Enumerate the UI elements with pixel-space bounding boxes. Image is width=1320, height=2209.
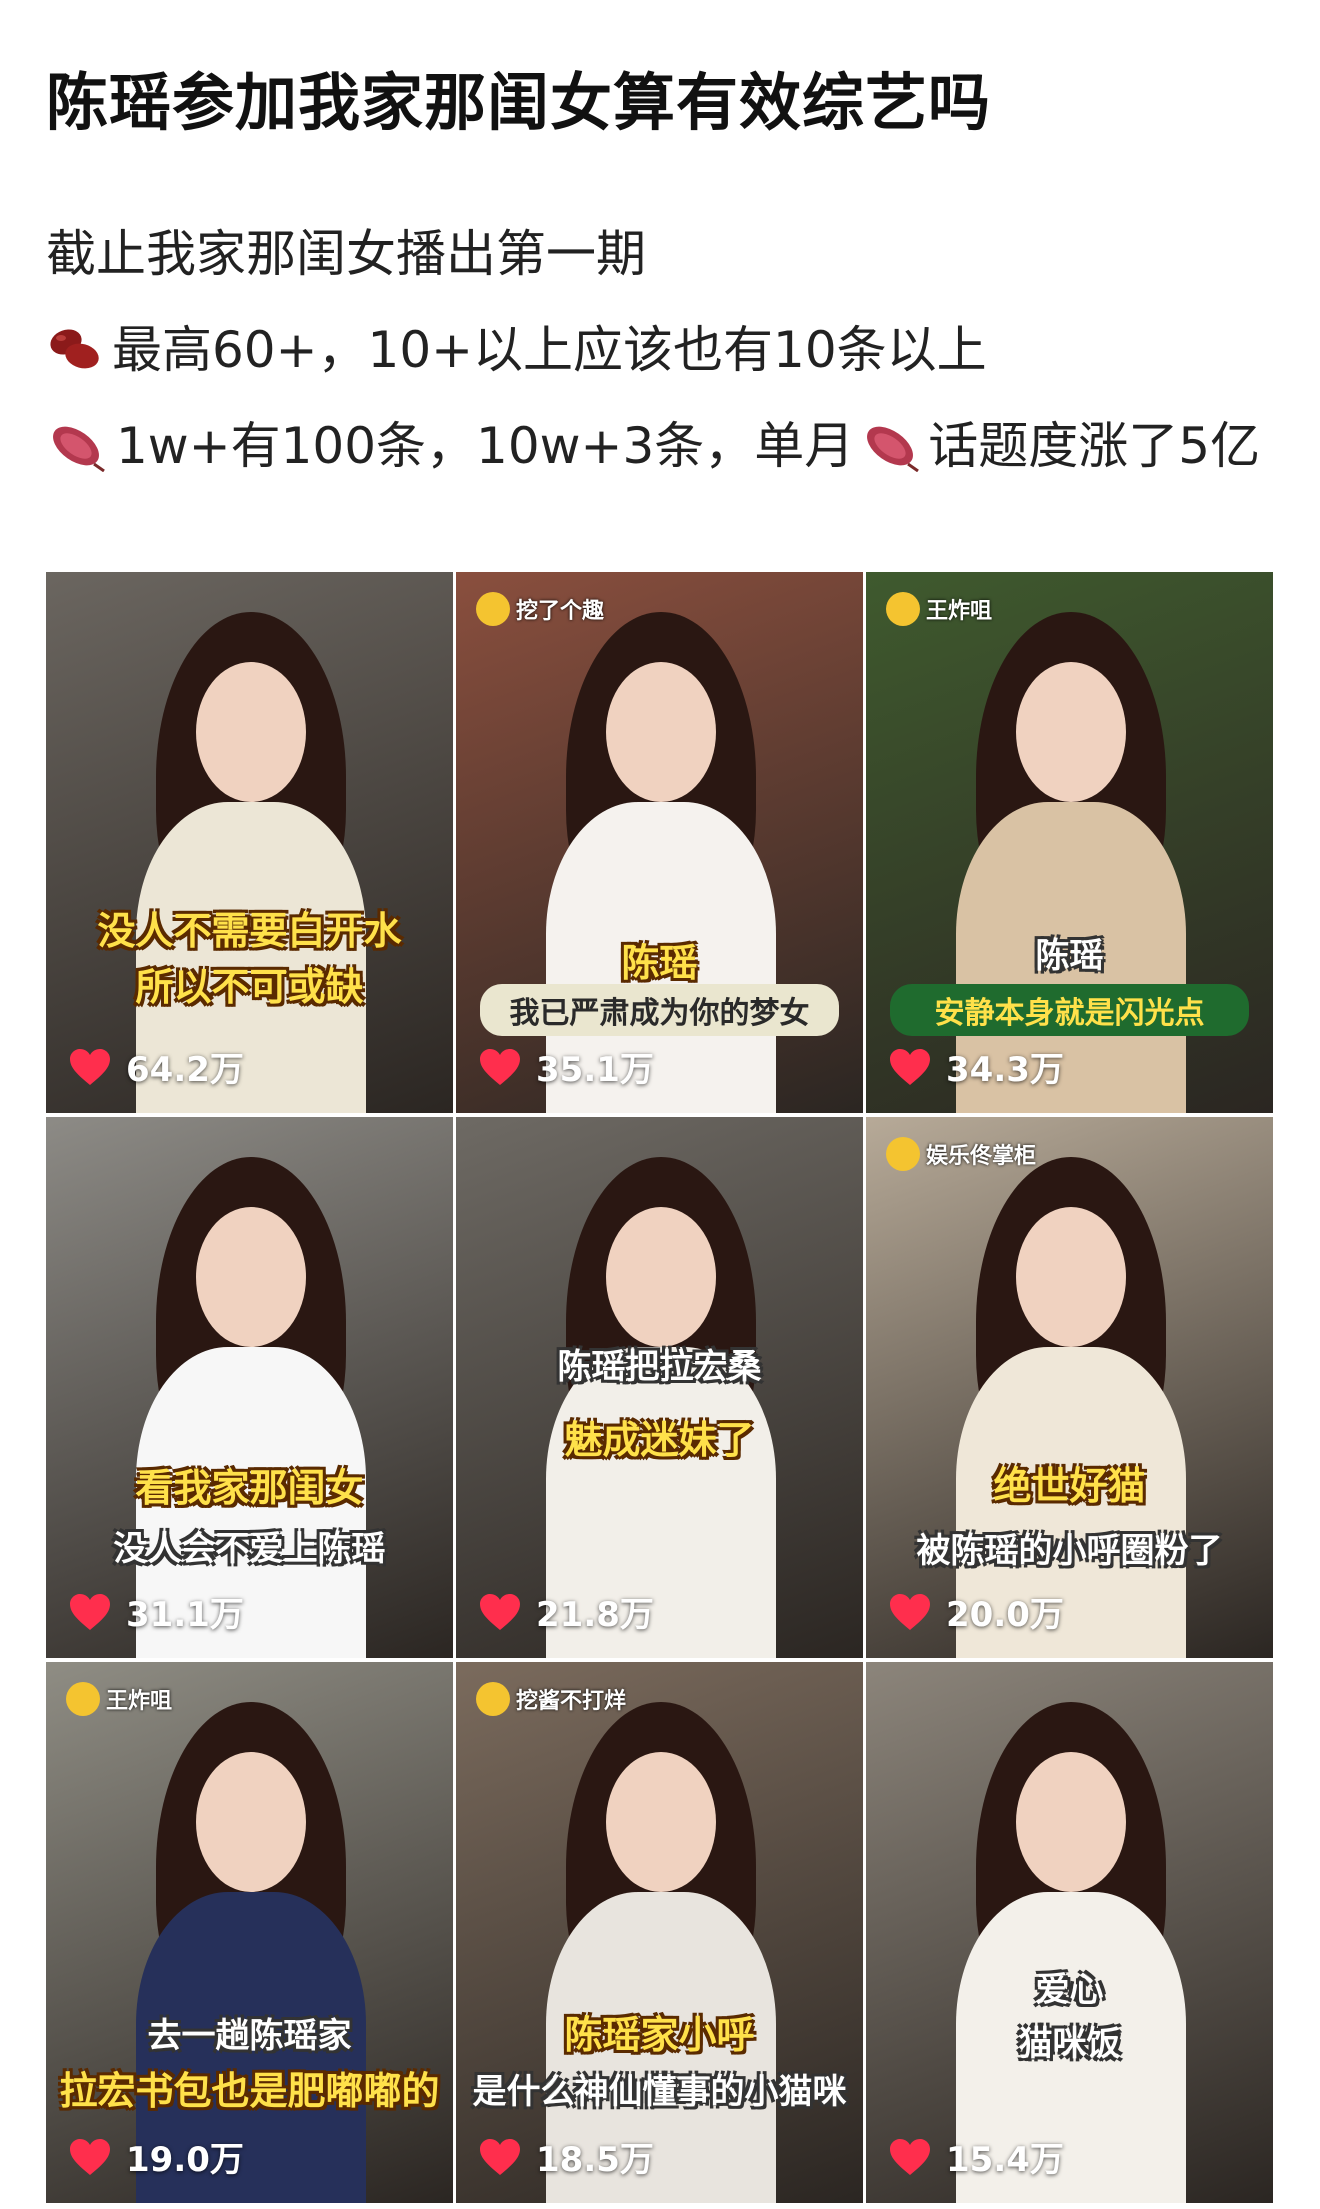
video-card[interactable]: 爱心猫咪饭 15.4万 [866, 1662, 1273, 2203]
like-count: 20.0万 [888, 1587, 1064, 1636]
person-face [606, 1207, 716, 1347]
video-grid: 没人不需要白开水 所以不可或缺 64.2万 挖了个趣 陈瑶 我已严肃成为你的梦女 35.1万… [46, 572, 1274, 2209]
channel-name: 王炸咀 [926, 599, 993, 624]
video-caption: 没人不需要白开水 [97, 909, 402, 953]
heart-icon [480, 1048, 520, 1085]
person-face [606, 662, 716, 802]
video-caption: 陈瑶把拉宏桑 [557, 1347, 762, 1387]
channel-tag: 娱乐佟掌柜 [886, 1137, 1036, 1171]
person-face [606, 1752, 716, 1892]
channel-tag: 挖酱不打烊 [476, 1682, 626, 1716]
video-card[interactable]: 陈瑶把拉宏桑魅成迷妹了 21.8万 [456, 1117, 863, 1658]
heart-icon [480, 2138, 520, 2175]
channel-avatar-icon [886, 1137, 920, 1171]
video-caption: 安静本身就是闪光点 [890, 984, 1249, 1036]
video-caption: 拉宏书包也是肥嘟嘟的 [59, 2069, 440, 2113]
person-face [1016, 662, 1126, 802]
person-face [1016, 1207, 1126, 1347]
heart-icon [70, 1593, 110, 1630]
like-count-value: 35.1万 [536, 1050, 654, 1090]
like-count-value: 21.8万 [536, 1595, 654, 1635]
like-count: 21.8万 [478, 1587, 654, 1636]
channel-avatar-icon [66, 1682, 100, 1716]
heart-icon [890, 2138, 930, 2175]
video-caption: 看我家那闺女 [135, 1466, 364, 1510]
channel-tag: 王炸咀 [66, 1682, 172, 1716]
person-face [196, 1207, 306, 1347]
like-count: 19.0万 [68, 2132, 244, 2181]
like-count: 64.2万 [68, 1042, 244, 1091]
video-caption: 猫咪饭 [1018, 2024, 1121, 2064]
post-line-2: 最高60+，10+以上应该也有10条以上 [46, 310, 987, 384]
video-caption: 是什么神仙懂事的小猫咪 [472, 2072, 847, 2112]
channel-name: 挖酱不打烊 [516, 1689, 627, 1714]
video-caption: 爱心 [1035, 1970, 1104, 2010]
bean-icon [46, 324, 104, 384]
like-count: 15.4万 [888, 2132, 1064, 2181]
video-caption: 所以不可或缺 [135, 965, 364, 1009]
like-count-value: 31.1万 [126, 1595, 244, 1635]
video-caption: 陈瑶 [621, 941, 698, 985]
post-title: 陈瑶参加我家那闺女算有效综艺吗 [46, 66, 992, 139]
channel-name: 王炸咀 [106, 1689, 173, 1714]
like-count-value: 15.4万 [946, 2140, 1064, 2180]
post-line-3: 1w+有100条，10w+3条，单月 话题度涨了5亿 [46, 406, 1260, 484]
video-card[interactable]: 看我家那闺女没人会不爱上陈瑶 31.1万 [46, 1117, 453, 1658]
post-line-1: 截止我家那闺女播出第一期 [46, 225, 646, 283]
video-card[interactable]: 王炸咀陈瑶安静本身就是闪光点 34.3万 [866, 572, 1273, 1113]
channel-name: 娱乐佟掌柜 [926, 1144, 1037, 1169]
like-count: 18.5万 [478, 2132, 654, 2181]
sweet-potato-icon [46, 416, 108, 484]
heart-icon [70, 1048, 110, 1085]
like-count-value: 64.2万 [126, 1050, 244, 1090]
like-count: 31.1万 [68, 1587, 244, 1636]
video-card[interactable]: 娱乐佟掌柜绝世好猫被陈瑶的小呼圈粉了 20.0万 [866, 1117, 1273, 1658]
person-face [196, 1752, 306, 1892]
video-caption: 陈瑶家小呼 [564, 2013, 755, 2057]
video-card[interactable]: 王炸咀去一趟陈瑶家拉宏书包也是肥嘟嘟的 19.0万 [46, 1662, 453, 2203]
video-card[interactable]: 挖了个趣陈瑶 我已严肃成为你的梦女 35.1万 [456, 572, 863, 1113]
person-face [1016, 1752, 1126, 1892]
video-caption: 我已严肃成为你的梦女 [480, 984, 839, 1036]
like-count: 34.3万 [888, 1042, 1064, 1091]
video-caption: 陈瑶 [1035, 936, 1104, 976]
video-caption: 没人会不爱上陈瑶 [113, 1529, 386, 1569]
heart-icon [890, 1048, 930, 1085]
video-card[interactable]: 没人不需要白开水 所以不可或缺 64.2万 [46, 572, 453, 1113]
channel-tag: 王炸咀 [886, 592, 992, 626]
video-caption: 魅成迷妹了 [564, 1418, 755, 1462]
heart-icon [480, 1593, 520, 1630]
channel-avatar-icon [886, 592, 920, 626]
like-count-value: 34.3万 [946, 1050, 1064, 1090]
like-count: 35.1万 [478, 1042, 654, 1091]
video-caption: 绝世好猫 [993, 1464, 1146, 1508]
like-count-value: 20.0万 [946, 1595, 1064, 1635]
video-caption: 被陈瑶的小呼圈粉了 [916, 1531, 1223, 1571]
video-caption: 去一趟陈瑶家 [147, 2016, 352, 2056]
channel-avatar-icon [476, 592, 510, 626]
channel-name: 挖了个趣 [516, 599, 605, 624]
heart-icon [890, 1593, 930, 1630]
channel-tag: 挖了个趣 [476, 592, 604, 626]
channel-avatar-icon [476, 1682, 510, 1716]
video-card[interactable]: 挖酱不打烊陈瑶家小呼是什么神仙懂事的小猫咪 18.5万 [456, 1662, 863, 2203]
sweet-potato-icon [860, 416, 922, 484]
heart-icon [70, 2138, 110, 2175]
person-face [196, 662, 306, 802]
like-count-value: 18.5万 [536, 2140, 654, 2180]
like-count-value: 19.0万 [126, 2140, 244, 2180]
